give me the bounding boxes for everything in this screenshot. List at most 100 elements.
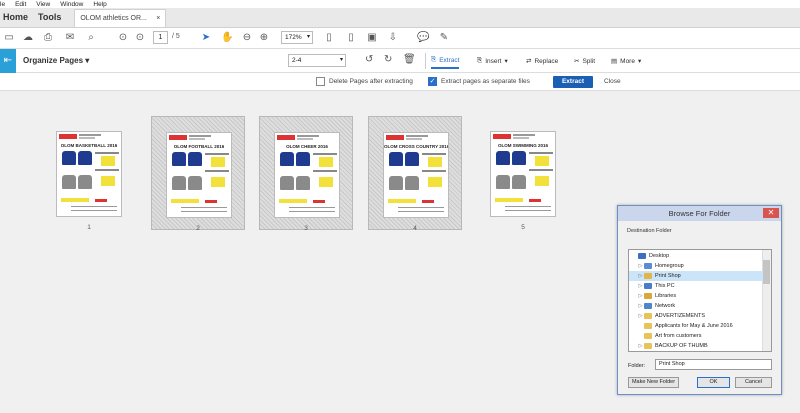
- browse-for-folder-dialog: Browse For Folder ✕ Destination Folder D…: [617, 205, 782, 395]
- folder-icon: [644, 343, 652, 349]
- expand-arrow-icon[interactable]: ▷: [637, 263, 644, 269]
- scrollbar-thumb[interactable]: [763, 260, 770, 284]
- folder-tree-label: Desktop: [649, 253, 670, 259]
- organize-pages-title[interactable]: Organize Pages ▾: [23, 56, 89, 65]
- page-thumbnail-5[interactable]: OLOM SWIMMING 2016 5: [476, 116, 570, 231]
- split-tool[interactable]: ✂ Split: [574, 53, 595, 69]
- folder-tree-label: Print Shop: [655, 273, 681, 279]
- extract-button[interactable]: Extract: [553, 76, 593, 88]
- folder-tree-item[interactable]: ▷ Print Shop: [629, 271, 763, 281]
- document-tab[interactable]: OLOM athletics OR... ×: [74, 9, 167, 27]
- page-title: OLOM FOOTBALL 2016: [173, 144, 225, 149]
- divider: [425, 53, 426, 69]
- insert-icon: ⎘: [477, 57, 483, 64]
- checkbox-checked[interactable]: ✓: [428, 77, 437, 86]
- hand-tool-icon[interactable]: ✋: [221, 32, 233, 44]
- print-icon[interactable]: ⎙: [42, 32, 54, 44]
- expand-arrow-icon[interactable]: ▷: [637, 313, 644, 319]
- select-cursor-icon[interactable]: ➤: [200, 32, 212, 44]
- page-range-select[interactable]: 2-4: [288, 54, 346, 67]
- page-number-label: 3: [304, 225, 308, 232]
- separate-files-checkbox[interactable]: ✓ Extract pages as separate files: [428, 77, 530, 86]
- page-number-label: 1: [87, 224, 91, 231]
- page-thumbnail-4[interactable]: OLOM CROSS COUNTRY 2016 4: [368, 116, 462, 232]
- save-icon[interactable]: ▭: [3, 32, 15, 44]
- full-screen-icon[interactable]: ▣: [366, 32, 378, 44]
- expand-arrow-icon[interactable]: ▷: [637, 273, 644, 279]
- expand-arrow-icon[interactable]: ▷: [637, 293, 644, 299]
- ok-button[interactable]: OK: [697, 377, 730, 388]
- replace-tool[interactable]: ⇄ Replace: [526, 53, 558, 69]
- prev-page-icon[interactable]: ⊙: [117, 32, 129, 44]
- checkbox-unchecked[interactable]: [316, 77, 325, 86]
- menu-window[interactable]: Window: [60, 1, 83, 8]
- folder-tree-item[interactable]: ▷ This PC: [629, 281, 763, 291]
- folder-tree-item[interactable]: ▷ Homegroup: [629, 261, 763, 271]
- menu-file[interactable]: le: [0, 1, 5, 8]
- page-title: OLOM CROSS COUNTRY 2016: [384, 144, 449, 149]
- next-page-icon[interactable]: ⊙: [134, 32, 146, 44]
- expand-arrow-icon[interactable]: ▷: [637, 303, 644, 309]
- folder-tree-item[interactable]: Desktop: [629, 251, 763, 261]
- close-icon[interactable]: ×: [156, 15, 160, 22]
- folder-tree-item[interactable]: ▷ BACKUP OF THUMB: [629, 341, 763, 351]
- user-folder-icon: [644, 273, 652, 279]
- homegroup-icon: [644, 263, 652, 269]
- page-thumbnail-2[interactable]: OLOM FOOTBALL 2016 2: [151, 116, 245, 232]
- page-preview: OLOM CHEER 2016: [274, 132, 340, 218]
- page-preview: OLOM FOOTBALL 2016: [166, 132, 232, 218]
- main-toolbar: ▭ ☁ ⎙ ✉ ⌕ ⊙ ⊙ 1 / 5 ➤ ✋ ⊖ ⊕ 172% ▯ ▯ ▣ ⇩…: [0, 28, 800, 49]
- fit-page-icon[interactable]: ▯: [323, 32, 335, 44]
- page-thumbnail-1[interactable]: OLOM BASKETBALL 2016 1: [42, 116, 136, 231]
- email-icon[interactable]: ✉: [64, 32, 76, 44]
- nav-bar: Home Tools OLOM athletics OR... ×: [0, 8, 800, 28]
- insert-tool[interactable]: ⎘ Insert ▾: [477, 53, 508, 69]
- page-preview: OLOM CROSS COUNTRY 2016: [383, 132, 449, 218]
- menu-view[interactable]: View: [36, 1, 50, 8]
- extract-options-bar: Delete Pages after extracting ✓ Extract p…: [0, 73, 800, 91]
- organize-pages-icon[interactable]: ⇤: [0, 49, 16, 73]
- folder-icon: [644, 313, 652, 319]
- cloud-upload-icon[interactable]: ☁: [22, 32, 34, 44]
- folder-tree[interactable]: Desktop ▷ Homegroup ▷ Print Shop ▷ This PC ▷ Lib…: [628, 249, 772, 352]
- folder-tree-label: Art from customers: [655, 333, 702, 339]
- menu-edit[interactable]: Edit: [15, 1, 26, 8]
- fit-width-icon[interactable]: ▯: [345, 32, 357, 44]
- folder-tree-item[interactable]: ▷ Network: [629, 301, 763, 311]
- folder-input[interactable]: Print Shop: [655, 359, 772, 370]
- document-tab-label: OLOM athletics OR...: [80, 15, 147, 22]
- delete-icon[interactable]: 🗑: [403, 54, 416, 66]
- page-number-label: 4: [413, 225, 417, 232]
- rotate-right-icon[interactable]: ↻: [384, 54, 392, 66]
- nav-home[interactable]: Home: [0, 12, 35, 27]
- dialog-title: Browse For Folder ✕: [618, 206, 781, 221]
- search-icon[interactable]: ⌕: [85, 32, 97, 44]
- nav-tools[interactable]: Tools: [35, 12, 68, 27]
- comment-icon[interactable]: 💬: [417, 32, 429, 44]
- more-tool[interactable]: ▤ More ▾: [611, 53, 641, 69]
- folder-tree-item[interactable]: Applicants for May & June 2016: [629, 321, 763, 331]
- scrollbar[interactable]: [762, 250, 771, 351]
- scroll-mode-icon[interactable]: ⇩: [387, 32, 399, 44]
- zoom-in-icon[interactable]: ⊕: [258, 32, 270, 44]
- delete-after-checkbox[interactable]: Delete Pages after extracting: [316, 77, 413, 86]
- folder-tree-item[interactable]: ▷ Libraries: [629, 291, 763, 301]
- folder-tree-item[interactable]: ▷ ADVERTIZEMENTS: [629, 311, 763, 321]
- zoom-out-icon[interactable]: ⊖: [241, 32, 253, 44]
- libraries-icon: [644, 293, 652, 299]
- menu-help[interactable]: Help: [93, 1, 106, 8]
- cancel-button[interactable]: Cancel: [735, 377, 772, 388]
- close-button[interactable]: Close: [604, 78, 621, 85]
- extract-tool[interactable]: ⎘ Extract: [431, 53, 460, 69]
- sign-pen-icon[interactable]: ✎: [438, 32, 450, 44]
- zoom-select[interactable]: 172%: [281, 31, 313, 44]
- expand-arrow-icon[interactable]: ▷: [637, 343, 644, 349]
- make-new-folder-button[interactable]: Make New Folder: [628, 377, 679, 388]
- rotate-left-icon[interactable]: ↺: [365, 54, 373, 66]
- folder-tree-item[interactable]: Art from customers: [629, 331, 763, 341]
- page-thumbnail-3[interactable]: OLOM CHEER 2016 3: [259, 116, 353, 232]
- close-icon[interactable]: ✕: [763, 208, 779, 218]
- page-number-input[interactable]: 1: [153, 31, 168, 44]
- expand-arrow-icon[interactable]: ▷: [637, 283, 644, 289]
- page-preview: OLOM BASKETBALL 2016: [56, 131, 122, 217]
